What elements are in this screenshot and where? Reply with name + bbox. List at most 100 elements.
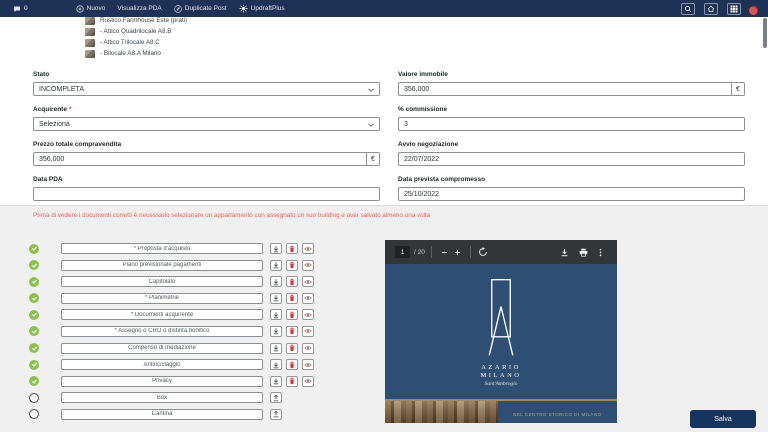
home-icon xyxy=(707,1,715,16)
delete-document-button[interactable] xyxy=(286,309,298,320)
document-row xyxy=(29,260,314,271)
download-document-button[interactable] xyxy=(270,376,282,387)
view-document-button[interactable] xyxy=(302,309,314,320)
upload-document-button[interactable] xyxy=(270,409,282,420)
document-row xyxy=(29,243,314,254)
download-document-button[interactable] xyxy=(270,326,282,337)
document-name-input[interactable] xyxy=(61,376,263,387)
download-document-button[interactable] xyxy=(270,293,282,304)
item-thumbnail xyxy=(85,39,95,47)
upload-icon xyxy=(272,410,280,418)
check-circle-icon xyxy=(29,326,39,336)
empty-circle-icon xyxy=(29,393,39,403)
chevron-down-icon xyxy=(368,87,374,94)
view-document-button[interactable] xyxy=(302,276,314,287)
search-button[interactable] xyxy=(681,3,695,15)
save-button[interactable]: Salva xyxy=(690,410,756,428)
document-row xyxy=(29,376,314,387)
document-name-input[interactable] xyxy=(61,260,263,271)
field-input[interactable] xyxy=(33,187,380,201)
document-name-input[interactable] xyxy=(61,276,263,287)
view-document-button[interactable] xyxy=(302,359,314,370)
view-document-button[interactable] xyxy=(302,343,314,354)
check-circle-icon xyxy=(29,244,39,254)
document-name-input[interactable] xyxy=(61,359,263,370)
view-document-button[interactable] xyxy=(302,243,314,254)
pdf-page[interactable]: AZARIO MILANO Sant'Ambrogio NEL CENTRO S… xyxy=(385,264,617,423)
zoom-in-button[interactable] xyxy=(451,246,464,259)
field-input[interactable]: 25/10/2022 xyxy=(398,187,745,201)
currency-suffix: € xyxy=(366,153,379,165)
download-icon xyxy=(272,311,280,319)
field-input[interactable]: 356,000€ xyxy=(398,82,745,96)
view-document-button[interactable] xyxy=(302,376,314,387)
zoom-out-button[interactable] xyxy=(438,246,451,259)
field-label: Data PDA xyxy=(33,176,380,183)
download-document-button[interactable] xyxy=(270,276,282,287)
check-circle-icon xyxy=(29,293,39,303)
check-circle-icon xyxy=(29,310,39,320)
document-name-input[interactable] xyxy=(61,293,263,304)
more-options-button[interactable] xyxy=(594,246,607,259)
document-name-input[interactable] xyxy=(61,243,263,254)
field-input[interactable]: Seleziona xyxy=(33,117,380,131)
download-document-button[interactable] xyxy=(270,359,282,370)
zoom-reset-button[interactable] xyxy=(477,246,490,259)
document-name-input[interactable] xyxy=(61,409,263,420)
notification-badge[interactable] xyxy=(749,6,758,15)
new-button[interactable]: Nuovo xyxy=(76,5,106,13)
document-row xyxy=(29,392,314,403)
updraftplus-button[interactable]: UpdraftPlus xyxy=(239,4,285,13)
delete-document-button[interactable] xyxy=(286,376,298,387)
upload-document-button[interactable] xyxy=(270,392,282,403)
document-row xyxy=(29,409,314,420)
plus-circle-icon xyxy=(76,5,84,13)
delete-document-button[interactable] xyxy=(286,326,298,337)
download-pdf-button[interactable] xyxy=(558,246,571,259)
document-name-input[interactable] xyxy=(61,392,263,403)
delete-document-button[interactable] xyxy=(286,243,298,254)
visualizza-pda-button[interactable]: Visualizza PDA xyxy=(117,5,161,12)
delete-document-button[interactable] xyxy=(286,359,298,370)
print-button[interactable] xyxy=(577,246,590,259)
download-document-button[interactable] xyxy=(270,243,282,254)
download-document-button[interactable] xyxy=(270,309,282,320)
delete-document-button[interactable] xyxy=(286,276,298,287)
field-input[interactable]: 356,000€ xyxy=(33,152,380,166)
trash-icon xyxy=(288,294,296,302)
list-item[interactable]: - Attico Trilocale A8.C xyxy=(85,37,187,48)
scrollbar[interactable] xyxy=(763,18,767,48)
eye-icon xyxy=(304,245,312,253)
comments-button[interactable]: 0 xyxy=(13,5,28,13)
field-input[interactable]: 3 xyxy=(398,117,745,131)
delete-document-button[interactable] xyxy=(286,343,298,354)
view-document-button[interactable] xyxy=(302,293,314,304)
field-input[interactable]: INCOMPLETA xyxy=(33,82,380,96)
view-document-button[interactable] xyxy=(302,326,314,337)
list-item[interactable]: - Bilocale A8.A Milano xyxy=(85,48,187,59)
document-row xyxy=(29,309,314,320)
list-item[interactable]: - Attico Quadrilocale A8.B xyxy=(85,26,187,37)
page-number-input[interactable]: 1 xyxy=(395,246,410,258)
delete-document-button[interactable] xyxy=(286,293,298,304)
home-button[interactable] xyxy=(704,3,718,15)
download-document-button[interactable] xyxy=(270,260,282,271)
field-input[interactable]: 22/07/2022 xyxy=(398,152,745,166)
duplicate-post-button[interactable]: Duplicate Post xyxy=(174,5,227,13)
kebab-icon xyxy=(596,245,605,260)
document-row xyxy=(29,326,314,337)
form-field: Stato INCOMPLETA xyxy=(33,71,380,96)
apps-button[interactable] xyxy=(727,3,741,15)
download-icon xyxy=(272,361,280,369)
form-field: Data prevista compromesso 25/10/2022 xyxy=(398,176,745,201)
view-document-button[interactable] xyxy=(302,260,314,271)
download-document-button[interactable] xyxy=(270,343,282,354)
pda-form: Stato INCOMPLETA Valore immobile 356,000… xyxy=(33,71,745,201)
trash-icon xyxy=(288,344,296,352)
download-icon xyxy=(272,327,280,335)
document-name-input[interactable] xyxy=(61,309,263,320)
cover-photo xyxy=(385,401,498,423)
document-name-input[interactable] xyxy=(61,343,263,354)
document-name-input[interactable] xyxy=(61,326,263,337)
delete-document-button[interactable] xyxy=(286,260,298,271)
